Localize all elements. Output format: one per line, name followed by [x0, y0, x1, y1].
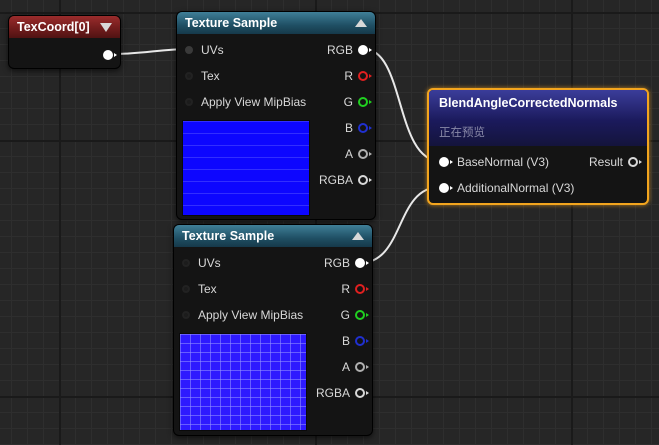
- pin-icon[interactable]: [439, 157, 453, 167]
- output-pin-r[interactable]: R: [344, 67, 372, 85]
- pin-label: Apply View MipBias: [198, 308, 304, 322]
- pin-label: UVs: [198, 256, 221, 270]
- pin-icon[interactable]: [355, 388, 369, 398]
- pin-label: RGBA: [318, 173, 353, 187]
- output-pin-rgba[interactable]: RGBA: [315, 384, 369, 402]
- pin-label: G: [343, 95, 353, 109]
- blend-node-preview-status: 正在预览: [439, 127, 485, 139]
- pin-label: RGB: [323, 256, 350, 270]
- texture-sample-1-header[interactable]: Texture Sample: [177, 12, 375, 34]
- pin-icon[interactable]: [182, 285, 190, 293]
- texcoord-node-header[interactable]: TexCoord[0]: [9, 16, 120, 38]
- output-pin-r[interactable]: R: [341, 280, 369, 298]
- pin-icon[interactable]: [358, 149, 372, 159]
- pin-label: G: [340, 308, 350, 322]
- output-pin-b[interactable]: B: [341, 332, 369, 350]
- pin-label: A: [341, 360, 350, 374]
- pin-icon[interactable]: [439, 183, 453, 193]
- input-pin-tex[interactable]: Tex: [182, 280, 223, 298]
- pin-label: Tex: [198, 282, 217, 296]
- output-pin-g[interactable]: G: [340, 306, 369, 324]
- pin-icon[interactable]: [185, 98, 193, 106]
- output-pin-rgb[interactable]: RGB: [323, 254, 369, 272]
- input-pin-tex[interactable]: Tex: [185, 67, 226, 85]
- texture-sample-2-title: Texture Sample: [182, 229, 275, 243]
- output-pin-rgba[interactable]: RGBA: [318, 171, 372, 189]
- texcoord-node[interactable]: TexCoord[0]: [8, 15, 121, 69]
- pin-label: R: [341, 282, 350, 296]
- input-pin-base-normal[interactable]: BaseNormal (V3): [439, 153, 555, 171]
- pin-label: B: [341, 334, 350, 348]
- pin-icon[interactable]: [358, 71, 372, 81]
- blend-node-title: BlendAngleCorrectedNormals: [439, 96, 618, 110]
- expand-arrow-icon[interactable]: [100, 22, 112, 32]
- output-pin-b[interactable]: B: [344, 119, 372, 137]
- pin-icon[interactable]: [358, 45, 372, 55]
- texture-sample-node-2[interactable]: Texture Sample UVs Tex Apply View MipBia…: [173, 224, 373, 436]
- pin-label: Result: [588, 155, 623, 169]
- pin-icon[interactable]: [355, 336, 369, 346]
- pin-label: AdditionalNormal (V3): [457, 181, 575, 195]
- texture-sample-1-title: Texture Sample: [185, 16, 278, 30]
- blend-angle-corrected-normals-node[interactable]: BlendAngleCorrectedNormals 正在预览 BaseNorm…: [427, 88, 649, 205]
- output-pin-a[interactable]: A: [344, 145, 372, 163]
- output-pin-g[interactable]: G: [343, 93, 372, 111]
- pin-icon[interactable]: [358, 123, 372, 133]
- texture-sample-node-1[interactable]: Texture Sample UVs Tex Apply View MipBia…: [176, 11, 376, 220]
- pin-icon[interactable]: [355, 284, 369, 294]
- input-pin-uvs[interactable]: UVs: [185, 41, 230, 59]
- pin-label: B: [344, 121, 353, 135]
- pin-icon[interactable]: [182, 311, 190, 319]
- pin-label: UVs: [201, 43, 224, 57]
- pin-icon[interactable]: [182, 259, 190, 267]
- pin-label: Tex: [201, 69, 220, 83]
- collapse-arrow-icon[interactable]: [352, 232, 364, 240]
- pin-label: RGB: [326, 43, 353, 57]
- input-pin-apply-view-mipbias[interactable]: Apply View MipBias: [182, 306, 309, 324]
- collapse-arrow-icon[interactable]: [355, 19, 367, 27]
- output-pin-rgb[interactable]: RGB: [326, 41, 372, 59]
- pin-icon[interactable]: [185, 46, 193, 54]
- pin-label: R: [344, 69, 353, 83]
- pin-icon[interactable]: [185, 72, 193, 80]
- pin-icon[interactable]: [355, 310, 369, 320]
- output-pin-a[interactable]: A: [341, 358, 369, 376]
- input-pin-additional-normal[interactable]: AdditionalNormal (V3): [439, 179, 580, 197]
- pin-icon[interactable]: [358, 175, 372, 185]
- pin-icon[interactable]: [358, 97, 372, 107]
- pin-icon[interactable]: [355, 362, 369, 372]
- blend-node-header[interactable]: BlendAngleCorrectedNormals 正在预览: [429, 90, 647, 146]
- input-pin-uvs[interactable]: UVs: [182, 254, 227, 272]
- texcoord-output-pin[interactable]: [103, 46, 117, 64]
- pin-icon[interactable]: [103, 50, 117, 60]
- texture-preview-thumbnail: [182, 120, 310, 216]
- texture-sample-2-header[interactable]: Texture Sample: [174, 225, 372, 247]
- pin-label: BaseNormal (V3): [457, 155, 550, 169]
- texture-preview-thumbnail: [179, 333, 307, 431]
- output-pin-result[interactable]: Result: [588, 153, 642, 171]
- pin-label: RGBA: [315, 386, 350, 400]
- pin-icon[interactable]: [628, 157, 642, 167]
- input-pin-apply-view-mipbias[interactable]: Apply View MipBias: [185, 93, 312, 111]
- pin-label: Apply View MipBias: [201, 95, 307, 109]
- pin-icon[interactable]: [355, 258, 369, 268]
- pin-label: A: [344, 147, 353, 161]
- texcoord-title: TexCoord[0]: [17, 20, 90, 34]
